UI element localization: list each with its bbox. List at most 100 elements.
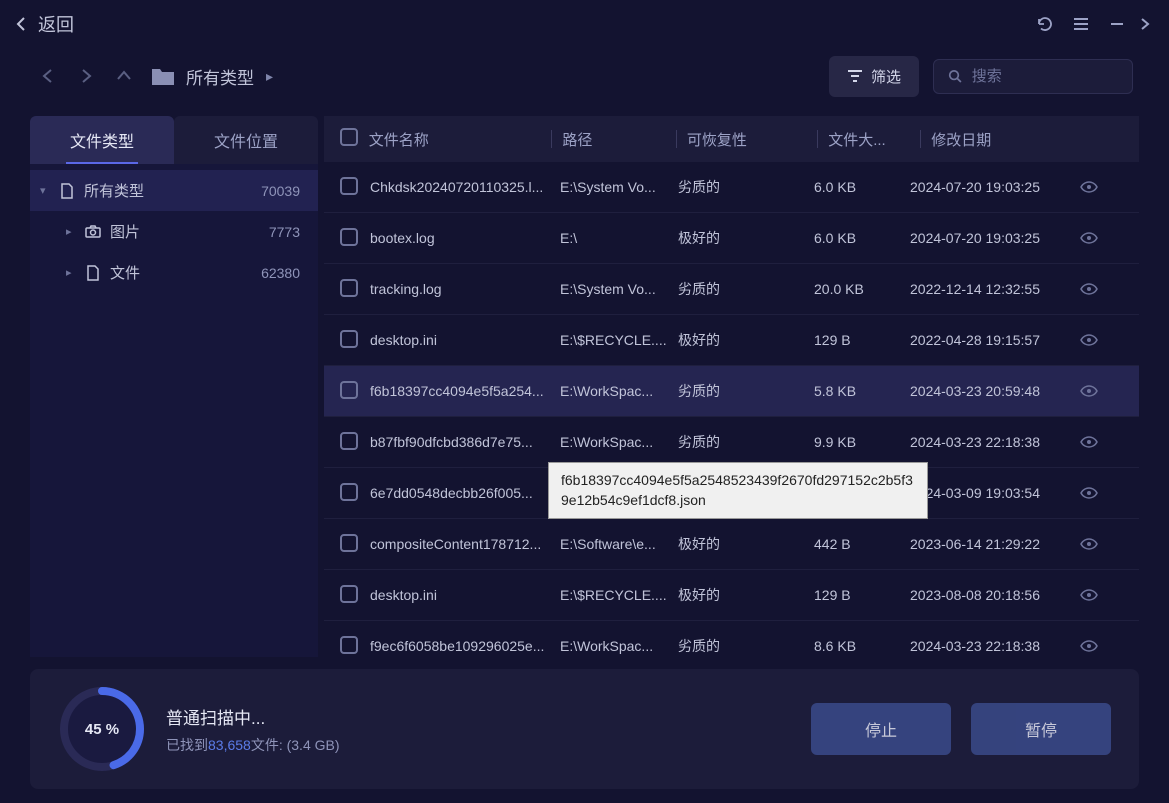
cell-path: E:\System Vo... — [560, 179, 678, 195]
camera-icon — [84, 225, 102, 238]
row-checkbox[interactable] — [340, 585, 358, 603]
sidebar-tree: ▾ 所有类型 70039 ▸ 图片 7773 ▸ 文件 — [30, 164, 318, 657]
cell-size: 9.9 KB — [814, 434, 910, 450]
tab-file-type[interactable]: 文件类型 — [30, 116, 174, 164]
minimize-icon — [1108, 15, 1126, 33]
row-checkbox[interactable] — [340, 381, 358, 399]
nav-back-button[interactable] — [36, 64, 60, 88]
row-checkbox[interactable] — [340, 279, 358, 297]
refresh-button[interactable] — [1027, 6, 1063, 42]
cell-path: E:\WorkSpac... — [560, 638, 678, 654]
eye-icon — [1080, 181, 1098, 193]
select-all-checkbox[interactable] — [340, 128, 358, 146]
header-path[interactable]: 路径 — [562, 129, 676, 150]
preview-button[interactable] — [1080, 640, 1110, 652]
eye-icon — [1080, 487, 1098, 499]
row-checkbox[interactable] — [340, 636, 358, 654]
table-row[interactable]: desktop.iniE:\$RECYCLE....极好的129 B2023-0… — [324, 570, 1139, 621]
nav-up-button[interactable] — [112, 64, 136, 88]
preview-button[interactable] — [1080, 385, 1110, 397]
tree-item-images[interactable]: ▸ 图片 7773 — [30, 211, 318, 252]
tab-label: 文件类型 — [70, 134, 134, 151]
table-row[interactable]: Chkdsk20240720110325.l...E:\System Vo...… — [324, 162, 1139, 213]
cell-path: E:\Software\e... — [560, 536, 678, 552]
stop-button[interactable]: 停止 — [811, 703, 951, 755]
maximize-icon — [1139, 15, 1151, 33]
header-name[interactable]: 文件名称 — [369, 129, 552, 150]
search-box[interactable] — [933, 59, 1133, 94]
progress-percent: 45 % — [58, 685, 146, 773]
table-row[interactable]: tracking.logE:\System Vo...劣质的20.0 KB202… — [324, 264, 1139, 315]
preview-button[interactable] — [1080, 181, 1110, 193]
header-recoverability[interactable]: 可恢复性 — [687, 129, 817, 150]
header-size[interactable]: 文件大... — [828, 129, 920, 150]
cell-recoverability: 劣质的 — [678, 279, 814, 299]
preview-button[interactable] — [1080, 334, 1110, 346]
back-button[interactable]: 返回 — [14, 11, 74, 37]
cell-recoverability: 极好的 — [678, 585, 814, 605]
table-row[interactable]: b87fbf90dfcbd386d7e75...E:\WorkSpac...劣质… — [324, 417, 1139, 468]
cell-recoverability: 劣质的 — [678, 177, 814, 197]
cell-recoverability: 极好的 — [678, 228, 814, 248]
cell-size: 20.0 KB — [814, 281, 910, 297]
tab-label: 文件位置 — [214, 134, 278, 151]
row-checkbox[interactable] — [340, 483, 358, 501]
cell-date: 2024-03-23 22:18:38 — [910, 638, 1080, 654]
table-row[interactable]: f9ec6f6058be109296025e...E:\WorkSpac...劣… — [324, 621, 1139, 657]
cell-date: 2024-03-09 19:03:54 — [910, 485, 1080, 501]
table-row[interactable]: desktop.iniE:\$RECYCLE....极好的129 B2022-0… — [324, 315, 1139, 366]
preview-button[interactable] — [1080, 487, 1110, 499]
maximize-button[interactable] — [1135, 6, 1155, 42]
cell-date: 2022-04-28 19:15:57 — [910, 332, 1080, 348]
footer: 45 % 普通扫描中... 已找到83,658文件: (3.4 GB) 停止 暂… — [30, 669, 1139, 789]
cell-date: 2023-06-14 21:29:22 — [910, 536, 1080, 552]
preview-button[interactable] — [1080, 283, 1110, 295]
refresh-icon — [1036, 15, 1054, 33]
cell-name: bootex.log — [370, 230, 560, 246]
cell-recoverability: 极好的 — [678, 330, 814, 350]
filter-label: 筛选 — [871, 66, 901, 87]
preview-button[interactable] — [1080, 538, 1110, 550]
pause-button[interactable]: 暂停 — [971, 703, 1111, 755]
sidebar: 文件类型 文件位置 ▾ 所有类型 70039 ▸ 图片 7773 — [30, 116, 318, 657]
row-checkbox[interactable] — [340, 534, 358, 552]
row-checkbox[interactable] — [340, 330, 358, 348]
row-checkbox[interactable] — [340, 228, 358, 246]
row-checkbox[interactable] — [340, 432, 358, 450]
tree-item-files[interactable]: ▸ 文件 62380 — [30, 252, 318, 293]
cell-name: desktop.ini — [370, 587, 560, 603]
preview-button[interactable] — [1080, 589, 1110, 601]
search-input[interactable] — [972, 68, 1118, 85]
filter-button[interactable]: 筛选 — [829, 56, 919, 97]
cell-recoverability: 劣质的 — [678, 636, 814, 656]
nav-forward-button[interactable] — [74, 64, 98, 88]
menu-icon — [1072, 15, 1090, 33]
cell-size: 129 B — [814, 587, 910, 603]
preview-button[interactable] — [1080, 232, 1110, 244]
table-row[interactable]: bootex.logE:\极好的6.0 KB2024-07-20 19:03:2… — [324, 213, 1139, 264]
cell-name: f6b18397cc4094e5f5a254... — [370, 383, 560, 399]
table-row[interactable]: compositeContent178712...E:\Software\e..… — [324, 519, 1139, 570]
breadcrumb[interactable]: 所有类型 ▸ — [150, 64, 273, 89]
file-table: 文件名称 路径 可恢复性 文件大... 修改日期 Chkdsk202407201… — [324, 116, 1139, 657]
cell-name: 6e7dd0548decbb26f005... — [370, 485, 560, 501]
menu-button[interactable] — [1063, 6, 1099, 42]
tree-label: 所有类型 — [84, 180, 144, 201]
row-checkbox[interactable] — [340, 177, 358, 195]
cell-name: compositeContent178712... — [370, 536, 560, 552]
tree-count: 7773 — [269, 224, 300, 240]
header-date[interactable]: 修改日期 — [931, 129, 1094, 150]
scan-title: 普通扫描中... — [166, 704, 340, 729]
cell-date: 2022-12-14 12:32:55 — [910, 281, 1080, 297]
tab-file-location[interactable]: 文件位置 — [174, 116, 318, 164]
minimize-button[interactable] — [1099, 6, 1135, 42]
eye-icon — [1080, 640, 1098, 652]
cell-recoverability: 劣质的 — [678, 432, 814, 452]
tree-count: 62380 — [261, 265, 300, 281]
tree-label: 文件 — [110, 262, 140, 283]
preview-button[interactable] — [1080, 436, 1110, 448]
eye-icon — [1080, 538, 1098, 550]
document-icon — [84, 265, 102, 281]
tree-item-all-types[interactable]: ▾ 所有类型 70039 — [30, 170, 318, 211]
table-row[interactable]: f6b18397cc4094e5f5a254...E:\WorkSpac...劣… — [324, 366, 1139, 417]
